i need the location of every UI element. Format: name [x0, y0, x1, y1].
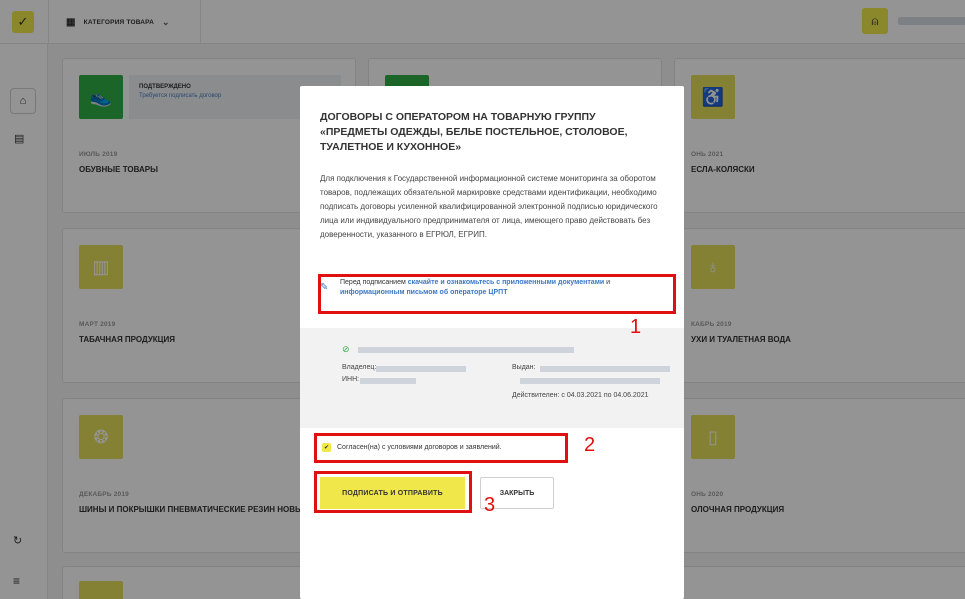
issued-value-redacted-2	[520, 378, 660, 384]
owner-value-redacted	[376, 366, 466, 372]
owner-label: Владелец:	[342, 364, 377, 371]
modal-title: ДОГОВОРЫ С ОПЕРАТОРОМ НА ТОВАРНУЮ ГРУППУ…	[320, 111, 628, 153]
certificate-name-redacted	[358, 347, 574, 353]
inn-value-redacted	[360, 378, 416, 384]
inn-label: ИНН:	[342, 376, 360, 383]
check-circle-icon: ⊘	[342, 344, 350, 354]
issued-value-redacted	[540, 366, 670, 372]
annotation-number-2: 2	[584, 434, 596, 456]
annotation-box-1	[318, 274, 676, 314]
annotation-number-3: 3	[484, 494, 496, 516]
annotation-number-1: 1	[630, 316, 642, 338]
modal-description: Для подключения к Государственной информ…	[320, 174, 658, 239]
contracts-modal: ДОГОВОРЫ С ОПЕРАТОРОМ НА ТОВАРНУЮ ГРУППУ…	[300, 86, 684, 599]
annotation-box-3	[314, 471, 472, 513]
issued-label: Выдан:	[512, 364, 536, 371]
annotation-box-2	[314, 433, 568, 463]
certificate-validity: Действителен: с 04.03.2021 по 04.06.2021	[512, 392, 649, 399]
certificate-panel[interactable]: ⊘ Владелец: ИНН: Выдан: Действителен: с …	[300, 328, 684, 428]
